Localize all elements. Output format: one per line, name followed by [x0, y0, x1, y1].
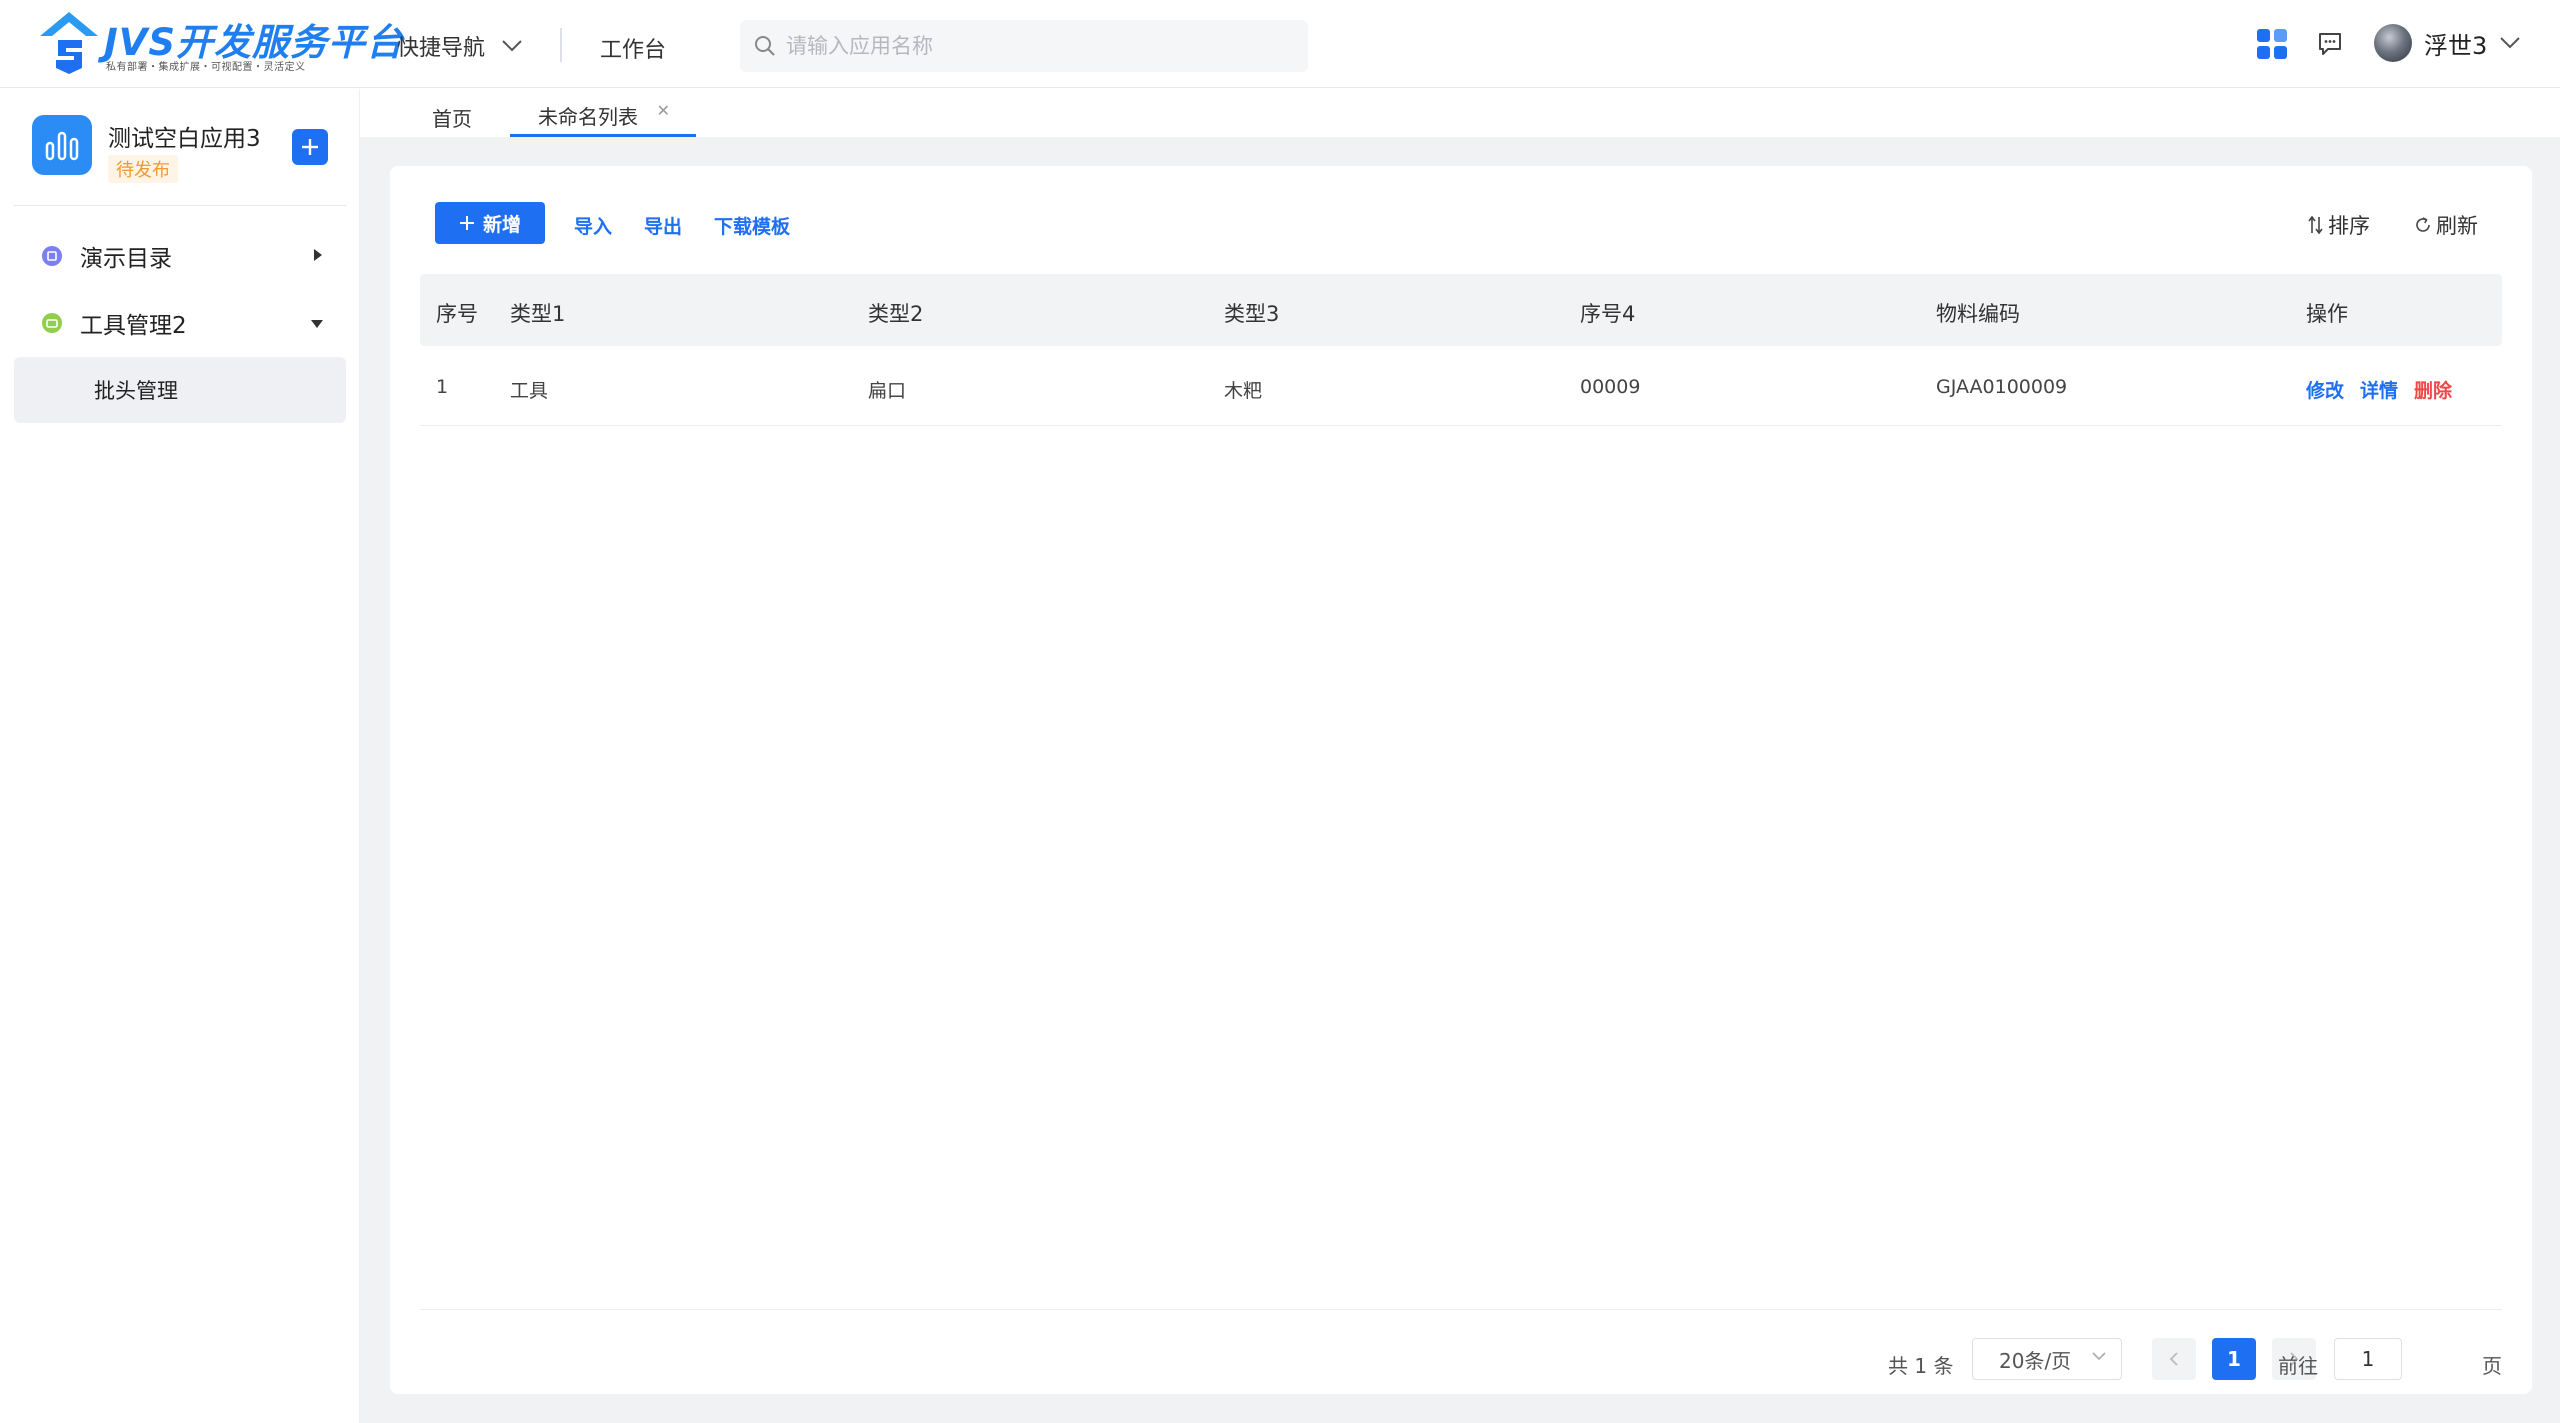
app-search-input[interactable] — [786, 34, 1286, 58]
workbench-link[interactable]: 工作台 — [600, 32, 666, 64]
logo-mark-icon — [40, 12, 98, 74]
plus-icon — [302, 139, 318, 155]
tab-label: 未命名列表 — [538, 105, 638, 129]
sidebar-item-demo-catalog[interactable]: 演示目录 — [14, 226, 346, 286]
plus-icon — [459, 216, 474, 230]
cell-type1: 工具 — [510, 380, 549, 402]
page-size-value: 20条/页 — [1999, 1348, 2072, 1373]
username: 浮世3 — [2424, 31, 2488, 60]
cell-type2: 扁口 — [868, 380, 907, 402]
sidebar-divider — [14, 205, 346, 206]
caret-down-icon — [311, 320, 323, 328]
total-count: 共 1 条 — [1888, 1354, 1954, 1378]
prev-page-button[interactable] — [2152, 1338, 2196, 1380]
sidebar-item-label: 演示目录 — [80, 246, 172, 272]
apps-grid-icon[interactable] — [2256, 28, 2288, 60]
download-template-button[interactable]: 下载模板 — [714, 212, 790, 239]
caret-right-icon — [314, 249, 322, 261]
cell-index: 1 — [436, 376, 449, 398]
refresh-button[interactable]: 刷新 — [2414, 210, 2478, 240]
chevron-down-icon — [502, 40, 522, 52]
search-icon — [755, 36, 775, 56]
bar-chart-icon — [32, 115, 92, 175]
column-header[interactable]: 序号4 — [1580, 298, 1635, 328]
app-search-box[interactable] — [740, 20, 1308, 72]
chevron-down-icon — [2500, 37, 2520, 49]
tab-home[interactable]: 首页 — [432, 97, 472, 137]
footer-divider — [420, 1309, 2502, 1310]
goto-suffix: 页 — [2482, 1354, 2502, 1378]
sidebar-item-label: 工具管理2 — [80, 313, 187, 339]
cell-type3: 木粑 — [1224, 380, 1263, 402]
detail-button[interactable]: 详情 — [2360, 376, 2398, 403]
sort-label: 排序 — [2328, 214, 2370, 238]
goto-prefix: 前往 — [2278, 1354, 2318, 1378]
user-menu[interactable]: 浮世3 — [2374, 24, 2521, 62]
cell-seq4: 00009 — [1580, 376, 1641, 398]
list-card: 新增 导入 导出 下载模板 排序 刷新 序号 类型1 类型2 类型3 序号4 物… — [390, 166, 2532, 1394]
catalog-icon — [42, 246, 62, 266]
column-header: 操作 — [2306, 302, 2348, 326]
avatar — [2374, 24, 2412, 62]
page-number-current[interactable]: 1 — [2212, 1338, 2256, 1380]
logo-subtitle: 私有部署・集成扩展・可视配置・灵活定义 — [106, 62, 306, 73]
table-row[interactable]: 1 工具 扁口 木粑 00009 GJAA0100009 修改 详情 删除 — [420, 346, 2502, 426]
column-header[interactable]: 物料编码 — [1936, 298, 2020, 328]
chevron-down-icon — [2092, 1352, 2106, 1361]
app-name: 测试空白应用3 — [108, 126, 261, 152]
quick-nav-label: 快捷导航 — [397, 36, 486, 61]
message-icon[interactable] — [2316, 30, 2344, 58]
tab-unnamed-list[interactable]: 未命名列表 ✕ — [510, 97, 696, 137]
add-menu-button[interactable] — [292, 129, 328, 165]
edit-button[interactable]: 修改 — [2306, 376, 2344, 403]
goto-page-input[interactable] — [2334, 1338, 2402, 1380]
app-card: 测试空白应用3 待发布 — [32, 115, 342, 195]
export-button[interactable]: 导出 — [644, 212, 682, 239]
table-header: 序号 类型1 类型2 类型3 序号4 物料编码 操作 — [420, 274, 2502, 346]
add-button-label: 新增 — [482, 213, 521, 236]
refresh-icon — [2416, 217, 2430, 232]
status-badge: 待发布 — [108, 155, 178, 183]
column-header[interactable]: 序号 — [436, 298, 478, 328]
import-button[interactable]: 导入 — [574, 212, 612, 239]
cell-material-code: GJAA0100009 — [1936, 376, 2068, 398]
add-button[interactable]: 新增 — [435, 202, 545, 244]
sort-button[interactable]: 排序 — [2308, 210, 2370, 240]
quick-nav-dropdown[interactable]: 快捷导航 — [397, 30, 523, 62]
sort-icon — [2308, 215, 2323, 235]
sidebar-subitem-bit-management[interactable]: 批头管理 — [14, 357, 346, 423]
sidebar: 测试空白应用3 待发布 演示目录 工具管理2 批头管理 — [0, 89, 360, 1423]
page-tabs: 首页 未命名列表 ✕ — [360, 89, 2560, 137]
sidebar-item-tool-management[interactable]: 工具管理2 — [14, 293, 346, 353]
column-header[interactable]: 类型1 — [510, 298, 565, 328]
page-size-select[interactable]: 20条/页 — [1972, 1338, 2122, 1380]
column-header[interactable]: 类型3 — [1224, 298, 1279, 328]
close-icon[interactable]: ✕ — [657, 101, 670, 120]
delete-button[interactable]: 删除 — [2414, 376, 2452, 403]
refresh-label: 刷新 — [2436, 214, 2478, 238]
chevron-left-icon — [2169, 1352, 2178, 1366]
tool-icon — [42, 313, 62, 333]
top-header: JVS开发服务平台 私有部署・集成扩展・可视配置・灵活定义 快捷导航 工作台 浮… — [0, 0, 2560, 88]
column-header[interactable]: 类型2 — [868, 298, 923, 328]
platform-logo[interactable]: JVS开发服务平台 私有部署・集成扩展・可视配置・灵活定义 — [38, 10, 403, 78]
nav-divider — [560, 28, 562, 62]
